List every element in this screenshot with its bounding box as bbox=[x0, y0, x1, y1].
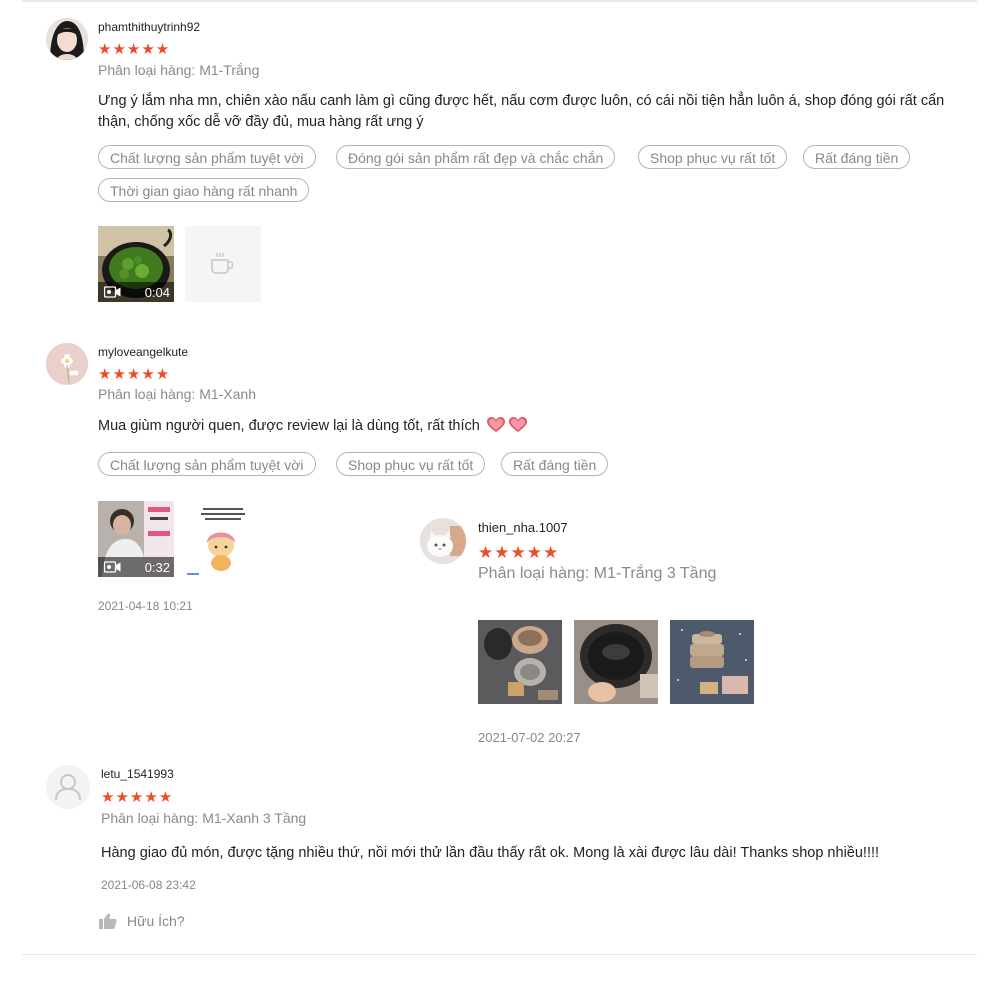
review-tag: Shop phục vụ rất tốt bbox=[336, 452, 486, 476]
review-tag: Rất đáng tiền bbox=[501, 452, 609, 476]
top-divider bbox=[22, 0, 977, 2]
review-tag: Thời gian giao hàng rất nhanh bbox=[98, 178, 310, 202]
review-tag: Chất lượng sản phẩm tuyệt vời bbox=[98, 145, 316, 169]
helpful-label: Hữu Ích? bbox=[127, 913, 185, 929]
username[interactable]: thien_nha.1007 bbox=[478, 520, 568, 535]
review-date: 2021-06-08 23:42 bbox=[101, 878, 196, 892]
review-video-thumbnail[interactable]: 0:04 bbox=[98, 226, 174, 302]
stacked-steamer-image bbox=[670, 620, 754, 704]
variant-label: Phân loại hàng: M1-Trắng 3 Tầng bbox=[478, 565, 717, 582]
review-tag: Rất đáng tiền bbox=[803, 145, 911, 169]
username[interactable]: phamthithuytrinh92 bbox=[98, 20, 200, 34]
pots-on-floor-image bbox=[478, 620, 562, 704]
flower-avatar-icon bbox=[46, 343, 88, 385]
avatar[interactable] bbox=[46, 765, 90, 809]
review-text: Hàng giao đủ món, được tặng nhiều thứ, n… bbox=[101, 845, 880, 861]
review-image-thumbnail[interactable] bbox=[670, 620, 754, 704]
avatar[interactable] bbox=[46, 18, 88, 60]
rating-stars: ★★★★★ bbox=[98, 41, 171, 58]
username[interactable]: myloveangelkute bbox=[98, 345, 188, 359]
avatar[interactable] bbox=[46, 343, 88, 385]
rating-stars: ★★★★★ bbox=[478, 543, 560, 562]
variant-label: Phân loại hàng: M1-Trắng bbox=[98, 62, 260, 78]
variant-label: Phân loại hàng: M1-Xanh bbox=[98, 386, 256, 402]
rating-stars: ★★★★★ bbox=[101, 789, 174, 806]
review-image-placeholder[interactable] bbox=[185, 226, 261, 302]
thumbs-up-icon bbox=[99, 913, 117, 929]
user-avatar-icon bbox=[46, 765, 90, 809]
video-camera-icon bbox=[104, 561, 121, 573]
cat-avatar-icon bbox=[420, 518, 466, 564]
review-tag: Shop phục vụ rất tốt bbox=[638, 145, 788, 169]
variant-label: Phân loại hàng: M1-Xanh 3 Tầng bbox=[101, 810, 307, 826]
user-photo-icon bbox=[46, 18, 88, 60]
video-duration: 0:04 bbox=[144, 285, 170, 300]
review-image-thumbnail[interactable] bbox=[185, 501, 261, 577]
review-tag: Đóng gói sản phẩm rất đẹp và chắc chắn bbox=[336, 145, 616, 169]
pot-closeup-image bbox=[574, 620, 658, 704]
bottom-divider bbox=[22, 954, 977, 955]
review-text: Mua giùm người quen, được review lại là … bbox=[98, 418, 480, 434]
heart-emoji-icon bbox=[508, 417, 527, 432]
helpful-button[interactable]: Hữu Ích? bbox=[99, 913, 185, 929]
review-text-line: Mua giùm người quen, được review lại là … bbox=[98, 416, 527, 437]
cartoon-sticker-image bbox=[185, 501, 261, 577]
review-image-thumbnail[interactable] bbox=[478, 620, 562, 704]
review-image-thumbnail[interactable] bbox=[574, 620, 658, 704]
review-tag: Chất lượng sản phẩm tuyệt vời bbox=[98, 452, 316, 476]
review-video-thumbnail[interactable]: 0:32 bbox=[98, 501, 174, 577]
coffee-cup-placeholder-icon bbox=[211, 253, 234, 274]
video-camera-icon bbox=[104, 286, 121, 298]
review-text: Ưng ý lắm nha mn, chiên xào nấu canh làm… bbox=[98, 93, 945, 130]
heart-emoji-icon bbox=[486, 417, 505, 432]
rating-stars: ★★★★★ bbox=[98, 366, 171, 383]
review-date: 2021-07-02 20:27 bbox=[478, 730, 581, 745]
avatar[interactable] bbox=[420, 518, 466, 564]
review-date: 2021-04-18 10:21 bbox=[98, 599, 193, 613]
video-duration: 0:32 bbox=[144, 560, 170, 575]
username[interactable]: letu_1541993 bbox=[101, 767, 174, 781]
